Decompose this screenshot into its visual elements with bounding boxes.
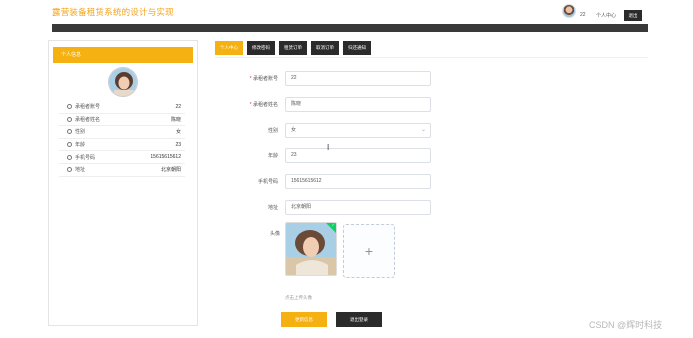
info-row-gender: 性别 女 <box>59 126 185 139</box>
phone-field[interactable]: 15615615612 <box>285 174 431 189</box>
avatar-upload-hint: 点击上传头像 <box>285 295 312 300</box>
info-value: 陈晓 <box>170 116 181 123</box>
info-value: 女 <box>175 129 181 136</box>
gender-select[interactable]: 女 ⌄ <box>285 123 431 138</box>
profile-card: 个人信息 承租者账号 22 承租者姓名 陈晓 性别 女 年龄 23 手机号码 1… <box>48 40 198 326</box>
username: 22 <box>580 12 586 18</box>
info-label: 承租者姓名 <box>75 116 101 123</box>
account-field[interactable]: 22 <box>285 71 431 86</box>
info-row-account: 承租者账号 22 <box>59 101 185 114</box>
user-icon <box>67 167 72 173</box>
info-row-address: 地址 北京朝阳 <box>59 164 185 177</box>
user-icon <box>67 154 72 160</box>
tab-bar: 个人中心 修改密码 租赁订单 取消订单 归还通知 <box>215 41 371 55</box>
tab-divider <box>215 57 648 58</box>
chevron-down-icon: ⌄ <box>420 127 426 133</box>
top-bar: 露营装备租赁系统的设计与实现 22 个人中心 退出 <box>0 0 693 24</box>
info-row-phone: 手机号码 15615615612 <box>59 151 185 164</box>
info-value: 23 <box>175 141 181 148</box>
info-label: 性别 <box>75 129 86 136</box>
profile-avatar <box>108 67 138 97</box>
address-field[interactable]: 北京朝阳 <box>285 200 431 215</box>
check-icon: ✓ <box>331 222 335 227</box>
app-title: 露营装备租赁系统的设计与实现 <box>52 7 174 17</box>
user-icon <box>67 116 72 122</box>
tab-return-notices[interactable]: 归还通知 <box>343 41 371 55</box>
user-icon <box>67 104 72 110</box>
watermark: CSDN @辉时科技 <box>589 320 663 330</box>
info-value: 北京朝阳 <box>160 167 181 174</box>
tab-change-password[interactable]: 修改密码 <box>247 41 275 55</box>
address-label: 地址 <box>267 205 278 211</box>
name-label: * 承租者姓名 <box>249 102 278 108</box>
user-icon <box>67 129 72 135</box>
info-label: 地址 <box>75 167 86 174</box>
avatar-label: 头像 <box>269 231 280 237</box>
phone-label: 手机号码 <box>257 179 278 185</box>
user-avatar[interactable] <box>562 4 576 18</box>
profile-info-list: 承租者账号 22 承租者姓名 陈晓 性别 女 年龄 23 手机号码 156156… <box>59 101 185 177</box>
info-value: 15615615612 <box>150 154 181 161</box>
text-cursor-icon: I <box>327 143 330 152</box>
tab-personal-center[interactable]: 个人中心 <box>215 41 243 55</box>
profile-card-title: 个人信息 <box>53 47 193 63</box>
info-label: 手机号码 <box>75 154 96 161</box>
gender-value: 女 <box>291 127 297 133</box>
tab-cancel-orders[interactable]: 取消订单 <box>311 41 339 55</box>
avatar-upload-button[interactable]: + <box>343 224 395 278</box>
avatar-preview[interactable]: ✓ <box>285 222 337 276</box>
info-row-name: 承租者姓名 陈晓 <box>59 114 185 127</box>
account-label: * 承租者账号 <box>249 76 278 82</box>
age-field[interactable]: 23 <box>285 148 431 163</box>
user-icon <box>67 142 72 148</box>
tab-rental-orders[interactable]: 租赁订单 <box>279 41 307 55</box>
save-button[interactable]: 更新信息 <box>281 312 327 327</box>
plus-icon: + <box>364 243 374 259</box>
name-field[interactable]: 陈晓 <box>285 97 431 112</box>
nav-bar <box>52 24 648 32</box>
info-label: 年龄 <box>75 142 86 149</box>
user-center-link[interactable]: 个人中心 <box>596 12 616 19</box>
info-row-age: 年龄 23 <box>59 139 185 152</box>
info-value: 22 <box>175 103 181 110</box>
logout-button[interactable]: 退出 <box>624 10 642 21</box>
logout-account-button[interactable]: 退出登录 <box>336 312 382 327</box>
gender-label: 性别 <box>267 128 278 134</box>
age-label: 年龄 <box>267 153 278 159</box>
info-label: 承租者账号 <box>75 104 101 111</box>
